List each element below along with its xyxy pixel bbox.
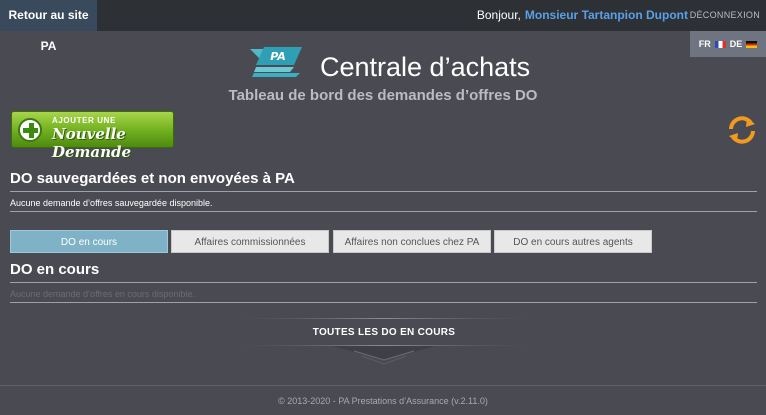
new-request-small-label: AJOUTER UNE xyxy=(52,116,116,125)
all-button-background xyxy=(232,318,536,365)
plus-circle-icon xyxy=(18,118,42,142)
lang-de-label[interactable]: DE xyxy=(730,39,743,49)
tab-do-autres-agents[interactable]: DO en cours autres agents xyxy=(494,230,652,253)
tab-affaires-commissionnees[interactable]: Affaires commissionnées xyxy=(171,230,329,253)
flag-fr-icon[interactable] xyxy=(714,40,726,48)
language-switcher: FR DE xyxy=(690,31,766,57)
lang-fr-label[interactable]: FR xyxy=(699,39,711,49)
tab-affaires-non-conclues[interactable]: Affaires non conclues chez PA xyxy=(333,230,491,253)
greeting-label: Bonjour, xyxy=(476,8,521,22)
svg-text:PA: PA xyxy=(270,50,286,63)
pa-logo-icon: PA xyxy=(250,47,302,77)
all-current-do-button[interactable]: TOUTES LES DO EN COURS xyxy=(232,318,536,368)
app-title: Centrale d’achats xyxy=(320,52,531,82)
refresh-icon[interactable] xyxy=(727,115,757,145)
all-button-label: TOUTES LES DO EN COURS xyxy=(312,327,456,338)
greeting: Bonjour, Monsieur Tartanpion Dupont xyxy=(477,0,688,31)
current-section-empty-text: Aucune demande d’offres en cours disponi… xyxy=(10,289,757,303)
current-section-title: DO en cours xyxy=(10,261,757,283)
tab-do-en-cours[interactable]: DO en cours xyxy=(10,230,168,253)
new-request-button[interactable]: AJOUTER UNE Nouvelle Demande xyxy=(11,111,174,161)
user-name-link[interactable]: Monsieur Tartanpion Dupont xyxy=(525,8,688,22)
top-bar: Retour au site PA Bonjour, Monsieur Tarta… xyxy=(0,0,766,53)
back-to-site-link[interactable]: Retour au site PA xyxy=(0,0,97,53)
footer: © 2013-2020 - PA Prestations d’Assurance… xyxy=(0,385,766,415)
flag-de-icon[interactable] xyxy=(746,40,758,48)
saved-section-empty-text: Aucune demande d’offres sauvegardée disp… xyxy=(10,198,757,212)
saved-section-title: DO sauvegardées et non envoyées à PA xyxy=(10,170,757,192)
new-request-big-label: Nouvelle Demande xyxy=(52,125,132,161)
page-subtitle: Tableau de bord des demandes d’offres DO xyxy=(228,87,538,104)
logout-link[interactable]: DÉCONNEXION xyxy=(690,0,760,31)
